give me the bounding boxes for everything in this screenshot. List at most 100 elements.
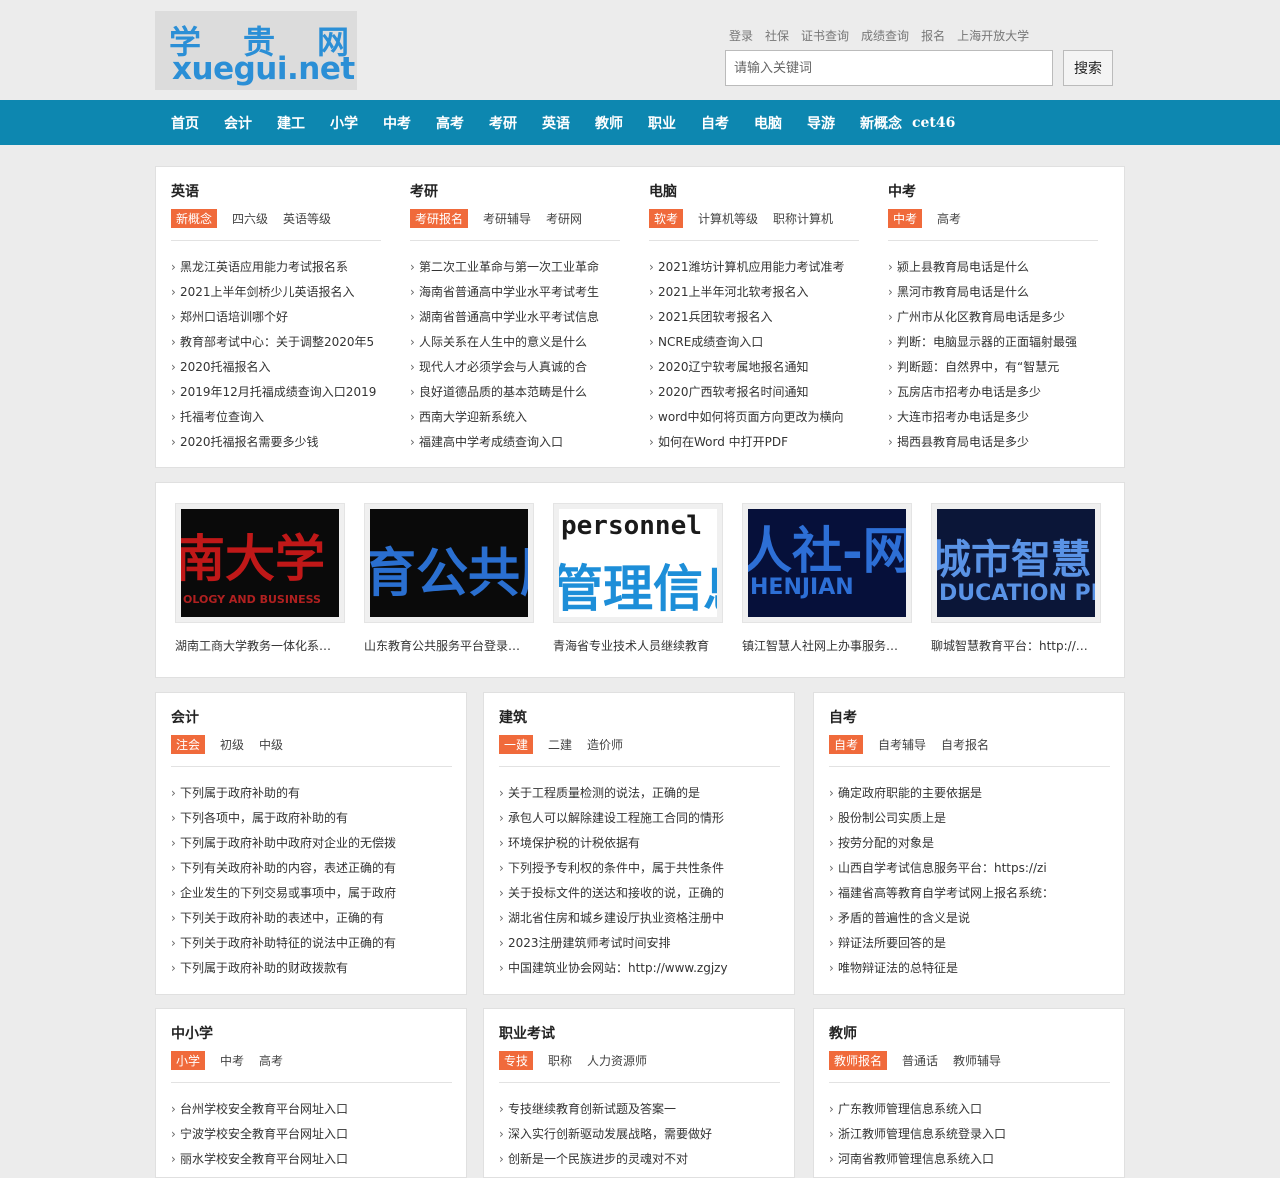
article-link[interactable]: 2021上半年河北软考报名入 — [649, 280, 859, 305]
article-link[interactable]: 福建高中学考成绩查询入口 — [410, 430, 620, 455]
category-tab[interactable]: 四六级 — [232, 210, 268, 227]
nav-item[interactable]: 职业 — [648, 113, 676, 133]
category-tab[interactable]: 造价师 — [587, 736, 623, 753]
article-link[interactable]: 现代人才必须学会与人真诚的合 — [410, 355, 620, 380]
article-link[interactable]: 2020广西软考报名时间通知 — [649, 380, 859, 405]
article-link[interactable]: 2021兵团软考报名入 — [649, 305, 859, 330]
category-tab[interactable]: 新概念 — [171, 209, 218, 228]
article-link[interactable]: 2021上半年剑桥少儿英语报名入 — [171, 280, 381, 305]
article-link[interactable]: 下列关于政府补助特征的说法中正确的有 — [171, 931, 452, 956]
article-link[interactable]: 辩证法所要回答的是 — [829, 931, 1110, 956]
category-tab[interactable]: 考研辅导 — [483, 210, 531, 227]
top-link-score-query[interactable]: 成绩查询 — [861, 27, 909, 44]
category-tab[interactable]: 自考报名 — [941, 736, 989, 753]
article-link[interactable]: 2021潍坊计算机应用能力考试准考 — [649, 255, 859, 280]
nav-item[interactable]: 考研 — [489, 113, 517, 133]
article-link[interactable]: 下列有关政府补助的内容，表述正确的有 — [171, 856, 452, 881]
article-link[interactable]: 创新是一个民族进步的灵魂对不对 — [499, 1147, 780, 1172]
article-link[interactable]: 关于工程质量检测的说法，正确的是 — [499, 781, 780, 806]
article-link[interactable]: 黑龙江英语应用能力考试报名系 — [171, 255, 381, 280]
article-link[interactable]: 大连市招考办电话是多少 — [888, 405, 1098, 430]
top-link-shanghai-open-university[interactable]: 上海开放大学 — [957, 27, 1029, 44]
article-link[interactable]: 福建省高等教育自学考试网上报名系统： — [829, 881, 1110, 906]
featured-card[interactable]: 管理信息系 personnel 青海省专业技术人员继续教育 — [553, 503, 723, 654]
featured-card[interactable]: 人社-网上HENJIAN 镇江智慧人社网上办事服务大厅 — [742, 503, 912, 654]
article-link[interactable]: 黑河市教育局电话是什么 — [888, 280, 1098, 305]
article-link[interactable]: 广东教师管理信息系统入口 — [829, 1097, 1110, 1122]
article-link[interactable]: 关于投标文件的送达和接收的说，正确的 — [499, 881, 780, 906]
article-link[interactable]: 瓦房店市招考办电话是多少 — [888, 380, 1098, 405]
article-link[interactable]: 中国建筑业协会网站：http://www.zgjzy — [499, 956, 780, 981]
article-link[interactable]: 如何在Word 中打开PDF — [649, 430, 859, 455]
nav-item[interactable]: 中考 — [383, 113, 411, 133]
article-link[interactable]: 唯物辩证法的总特征是 — [829, 956, 1110, 981]
article-link[interactable]: 企业发生的下列交易或事项中，属于政府 — [171, 881, 452, 906]
article-link[interactable]: 湖南省普通高中学业水平考试信息 — [410, 305, 620, 330]
article-link[interactable]: 按劳分配的对象是 — [829, 831, 1110, 856]
top-link-certificate-query[interactable]: 证书查询 — [801, 27, 849, 44]
featured-card[interactable]: 南大学 OLOGY AND BUSINESS 湖南工商大学教务一体化系统入口 — [175, 503, 345, 654]
nav-item[interactable]: 高考 — [436, 113, 464, 133]
article-link[interactable]: 良好道德品质的基本范畴是什么 — [410, 380, 620, 405]
nav-item[interactable]: 首页 — [171, 113, 199, 133]
nav-item[interactable]: 自考 — [701, 113, 729, 133]
article-link[interactable]: 湖北省住房和城乡建设厅执业资格注册中 — [499, 906, 780, 931]
article-link[interactable]: 下列属于政府补助中政府对企业的无偿拨 — [171, 831, 452, 856]
article-link[interactable]: 郑州口语培训哪个好 — [171, 305, 381, 330]
category-tab[interactable]: 中级 — [259, 736, 283, 753]
category-tab[interactable]: 人力资源师 — [587, 1052, 647, 1069]
top-link-login[interactable]: 登录 — [729, 27, 753, 44]
article-link[interactable]: 宁波学校安全教育平台网址入口 — [171, 1122, 452, 1147]
nav-item[interactable]: cet46 — [912, 115, 955, 131]
article-link[interactable]: 揭西县教育局电话是多少 — [888, 430, 1098, 455]
article-link[interactable]: 广州市从化区教育局电话是多少 — [888, 305, 1098, 330]
article-link[interactable]: 股份制公司实质上是 — [829, 806, 1110, 831]
article-link[interactable]: 下列各项中，属于政府补助的有 — [171, 806, 452, 831]
category-tab[interactable]: 职称计算机 — [773, 210, 833, 227]
category-tab[interactable]: 计算机等级 — [698, 210, 758, 227]
category-tab[interactable]: 中考 — [888, 209, 923, 228]
featured-thumbnail[interactable]: 人社-网上HENJIAN — [742, 503, 912, 623]
search-input[interactable] — [725, 50, 1053, 86]
article-link[interactable]: 西南大学迎新系统入 — [410, 405, 620, 430]
featured-thumbnail[interactable]: 城市智慧DUCATION PLATF — [931, 503, 1101, 623]
article-link[interactable]: 颍上县教育局电话是什么 — [888, 255, 1098, 280]
article-link[interactable]: 承包人可以解除建设工程施工合同的情形 — [499, 806, 780, 831]
nav-item[interactable]: 建工 — [277, 113, 305, 133]
featured-caption[interactable]: 聊城智慧教育平台：http://www — [931, 637, 1091, 654]
category-tab[interactable]: 注会 — [171, 735, 206, 754]
top-link-social-security[interactable]: 社保 — [765, 27, 789, 44]
article-link[interactable]: 判断题：自然界中，有“智慧元 — [888, 355, 1098, 380]
article-link[interactable]: 人际关系在人生中的意义是什么 — [410, 330, 620, 355]
featured-thumbnail[interactable]: 育公共服 — [364, 503, 534, 623]
article-link[interactable]: 第二次工业革命与第一次工业革命 — [410, 255, 620, 280]
article-link[interactable]: 环境保护税的计税依据有 — [499, 831, 780, 856]
top-link-register[interactable]: 报名 — [921, 27, 945, 44]
featured-thumbnail[interactable]: 南大学 OLOGY AND BUSINESS — [175, 503, 345, 623]
article-link[interactable]: word中如何将页面方向更改为横向 — [649, 405, 859, 430]
featured-card[interactable]: 育公共服山东教育公共服务平台登录入口 — [364, 503, 534, 654]
nav-item[interactable]: 会计 — [224, 113, 252, 133]
category-tab[interactable]: 教师报名 — [829, 1051, 888, 1070]
category-tab[interactable]: 高考 — [259, 1052, 283, 1069]
category-tab[interactable]: 自考 — [829, 735, 864, 754]
site-logo[interactable]: 学 贵 网 xuegui.net — [155, 11, 357, 90]
article-link[interactable]: 2023注册建筑师考试时间安排 — [499, 931, 780, 956]
article-link[interactable]: 海南省普通高中学业水平考试考生 — [410, 280, 620, 305]
category-tab[interactable]: 考研报名 — [410, 209, 469, 228]
nav-item[interactable]: 新概念 — [860, 113, 902, 133]
article-link[interactable]: 托福考位查询入 — [171, 405, 381, 430]
category-tab[interactable]: 教师辅导 — [953, 1052, 1001, 1069]
category-tab[interactable]: 一建 — [499, 735, 534, 754]
article-link[interactable]: 下列关于政府补助的表述中，正确的有 — [171, 906, 452, 931]
article-link[interactable]: 矛盾的普遍性的含义是说 — [829, 906, 1110, 931]
nav-item[interactable]: 英语 — [542, 113, 570, 133]
nav-item[interactable]: 导游 — [807, 113, 835, 133]
category-tab[interactable]: 自考辅导 — [878, 736, 926, 753]
featured-caption[interactable]: 湖南工商大学教务一体化系统入口 — [175, 637, 335, 654]
search-button[interactable]: 搜索 — [1063, 50, 1113, 86]
category-tab[interactable]: 高考 — [937, 210, 961, 227]
article-link[interactable]: 2020辽宁软考属地报名通知 — [649, 355, 859, 380]
category-tab[interactable]: 小学 — [171, 1051, 206, 1070]
category-tab[interactable]: 考研网 — [546, 210, 582, 227]
